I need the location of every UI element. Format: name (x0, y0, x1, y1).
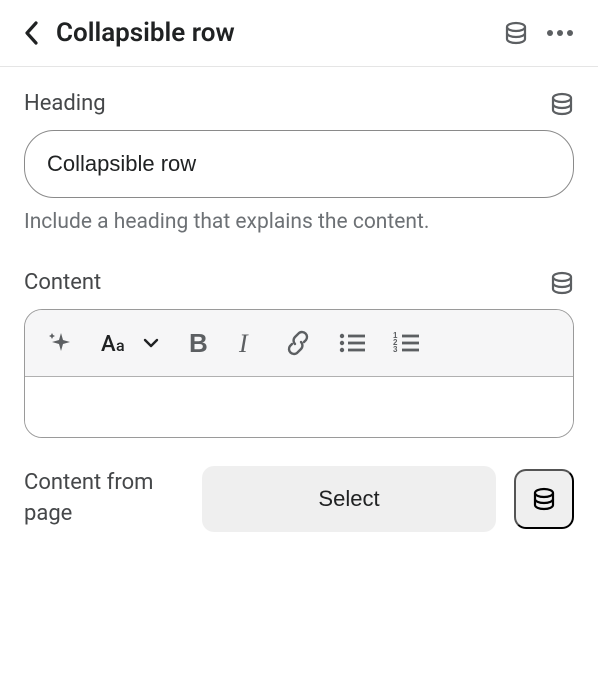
richtext-editor: A a B I (24, 309, 574, 438)
bullet-list-button[interactable] (339, 332, 365, 354)
content-dynamic-source-button[interactable] (550, 271, 574, 295)
page-header: Collapsible row (0, 0, 598, 67)
svg-text:A: A (101, 332, 116, 355)
heading-help-text: Include a heading that explains the cont… (24, 210, 574, 234)
heading-section-header: Heading (24, 91, 574, 116)
numbered-list-button[interactable]: 1 2 3 (393, 332, 419, 354)
svg-text:B: B (189, 331, 208, 355)
paragraph-style-dropdown[interactable]: A a (101, 331, 159, 355)
list-bullet-icon (339, 332, 365, 354)
chevron-down-icon (143, 337, 159, 349)
svg-text:a: a (116, 336, 125, 355)
sparkle-icon (47, 330, 73, 356)
database-icon (504, 21, 528, 45)
content-from-page-dynamic-source-button[interactable] (514, 469, 574, 529)
link-icon (285, 330, 311, 356)
database-icon (532, 487, 556, 511)
header-actions (504, 21, 574, 45)
page-title: Collapsible row (56, 18, 488, 48)
select-page-button[interactable]: Select (202, 466, 496, 532)
content-from-page-row: Content from page Select (0, 438, 598, 532)
link-button[interactable] (285, 330, 311, 356)
svg-text:3: 3 (393, 345, 398, 354)
content-label: Content (24, 270, 101, 295)
heading-input[interactable] (24, 130, 574, 198)
database-icon (550, 271, 574, 295)
bold-button[interactable]: B (187, 331, 209, 355)
magic-button[interactable] (47, 330, 73, 356)
content-section-header: Content (24, 270, 574, 295)
text-style-icon: A a (101, 331, 133, 355)
heading-dynamic-source-button[interactable] (550, 92, 574, 116)
bold-icon: B (187, 331, 209, 355)
database-icon (550, 92, 574, 116)
richtext-body[interactable] (25, 377, 573, 437)
dynamic-source-button[interactable] (504, 21, 528, 45)
svg-text:I: I (238, 331, 249, 355)
italic-icon: I (237, 331, 257, 355)
heading-label: Heading (24, 91, 106, 116)
heading-section: Heading Include a heading that explains … (0, 67, 598, 234)
richtext-toolbar: A a B I (25, 310, 573, 377)
dots-horizontal-icon (546, 29, 574, 37)
list-numbered-icon: 1 2 3 (393, 332, 419, 354)
content-section: Content A a (0, 234, 598, 438)
content-from-page-label: Content from page (24, 468, 184, 530)
chevron-left-icon (24, 20, 40, 46)
italic-button[interactable]: I (237, 331, 257, 355)
back-button[interactable] (24, 20, 40, 46)
more-button[interactable] (546, 29, 574, 37)
